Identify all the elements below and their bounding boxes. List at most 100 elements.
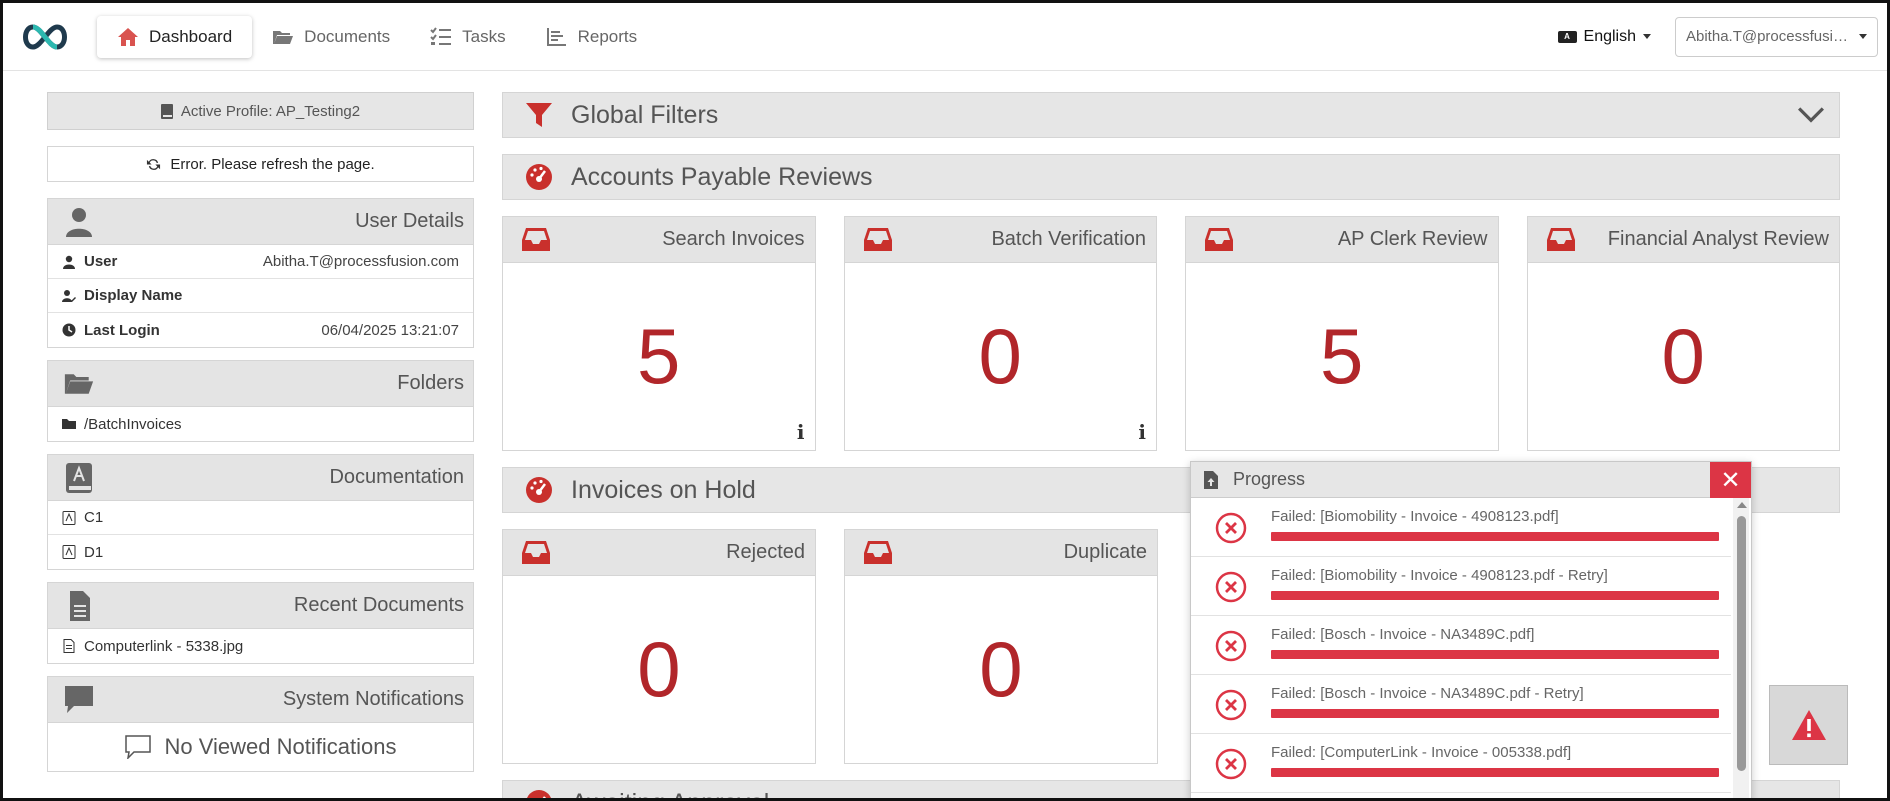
comment-icon: [65, 685, 93, 713]
scrollbar-thumb[interactable]: [1737, 516, 1746, 771]
notifications-empty: No Viewed Notifications: [48, 723, 473, 771]
documentation-title: Documentation: [329, 466, 464, 488]
progress-title: Progress: [1233, 469, 1306, 489]
clock-icon: [62, 323, 76, 337]
documentation-item-label: C1: [84, 509, 104, 526]
card-search-invoices[interactable]: Search Invoices 5 i: [502, 216, 816, 451]
refresh-error-bar[interactable]: Error. Please refresh the page.: [47, 146, 474, 182]
card-count: 5: [1320, 312, 1364, 400]
folders-title: Folders: [397, 372, 464, 394]
card-header: Batch Verification: [844, 217, 1156, 263]
scroll-up-icon[interactable]: [1737, 502, 1747, 508]
error-circle-icon: [1215, 630, 1247, 662]
language-icon: A: [1557, 30, 1577, 43]
progress-item: Failed: [Bosch - Invoice - NA3489C.pdf -…: [1191, 675, 1731, 734]
user-label: User: [84, 253, 118, 270]
alert-button[interactable]: [1769, 685, 1848, 765]
progress-item-text: Failed: [Biomobility - Invoice - 4908123…: [1271, 567, 1608, 584]
user-icon: [63, 255, 75, 269]
folder-open-icon: [64, 373, 94, 394]
active-profile-bar[interactable]: Active Profile: AP_Testing2: [47, 92, 474, 130]
global-filters-title: Global Filters: [571, 100, 719, 129]
card-ap-clerk-review[interactable]: AP Clerk Review 5: [1185, 216, 1499, 451]
left-sidebar: Active Profile: AP_Testing2 Error. Pleas…: [47, 92, 474, 784]
progress-item: Failed: [Biomobility - Invoice - 4908123…: [1191, 498, 1731, 557]
progress-bar: [1271, 709, 1719, 718]
inbox-icon: [1546, 227, 1575, 251]
recent-documents-header: Recent Documents: [48, 583, 473, 629]
nav-documents[interactable]: Documents: [252, 16, 410, 58]
caret-down-icon: [1859, 34, 1867, 39]
recent-document-item[interactable]: Computerlink - 5338.jpg: [48, 629, 473, 663]
info-icon[interactable]: i: [1138, 420, 1146, 444]
info-icon[interactable]: i: [797, 420, 805, 444]
card-count: 5: [637, 312, 681, 400]
user-details-header: User Details: [48, 199, 473, 245]
user-account-dropdown[interactable]: Abitha.T@processfusion...: [1675, 16, 1878, 57]
card-financial-analyst-review[interactable]: Financial Analyst Review 0: [1526, 216, 1840, 451]
nav-reports-label: Reports: [577, 26, 638, 46]
inbox-icon: [1205, 227, 1233, 251]
error-circle-icon: [1215, 512, 1247, 544]
language-dropdown[interactable]: A English: [1557, 27, 1651, 46]
top-navbar: Dashboard Documents Tasks Reports A Engl…: [3, 3, 1887, 71]
nav-dashboard[interactable]: Dashboard: [97, 15, 253, 58]
progress-scrollbar[interactable]: [1733, 498, 1749, 800]
documentation-item[interactable]: C1: [48, 501, 473, 535]
card-batch-verification[interactable]: Batch Verification 0 i: [843, 216, 1157, 451]
folder-item[interactable]: /BatchInvoices: [48, 407, 473, 441]
recent-document-label: Computerlink - 5338.jpg: [84, 637, 244, 655]
user-details-panel: User Details User Abitha.T@processfusion…: [47, 198, 474, 348]
user-edit-icon: [62, 289, 76, 302]
language-label: English: [1583, 27, 1636, 45]
nav-tasks[interactable]: Tasks: [410, 16, 525, 58]
chevron-down-icon[interactable]: [1797, 101, 1825, 129]
ap-review-cards: Search Invoices 5 i Batch Verification 0…: [502, 216, 1840, 451]
inbox-icon: [522, 227, 550, 251]
documentation-item[interactable]: D1: [48, 535, 473, 569]
progress-panel: Progress ✕ Failed: [Biomobility - Invoic…: [1190, 461, 1752, 801]
manual-book-icon: [62, 545, 76, 559]
card-title: Batch Verification: [991, 228, 1146, 250]
close-button[interactable]: ✕: [1710, 462, 1751, 498]
progress-item: Failed: [Bosch - Invoice - NA3489C.pdf]: [1191, 616, 1731, 675]
nav-reports[interactable]: Reports: [526, 16, 658, 58]
user-row: User Abitha.T@processfusion.com: [48, 245, 473, 279]
recent-documents-title: Recent Documents: [293, 594, 464, 616]
refresh-icon: [147, 158, 161, 170]
inbox-icon: [522, 540, 550, 564]
global-filters-bar[interactable]: Global Filters: [502, 92, 1840, 138]
card-title: AP Clerk Review: [1337, 228, 1488, 250]
card-title: Financial Analyst Review: [1607, 228, 1829, 250]
user-icon: [66, 207, 92, 237]
card-rejected[interactable]: Rejected 0: [502, 529, 816, 764]
card-count: 0: [978, 312, 1022, 400]
error-message: Error. Please refresh the page.: [170, 155, 375, 173]
display-name-row: Display Name: [48, 279, 473, 313]
invoices-on-hold-title: Invoices on Hold: [571, 475, 756, 504]
progress-bar: [1271, 650, 1719, 659]
inbox-icon: [864, 540, 892, 564]
card-duplicate[interactable]: Duplicate 0: [844, 529, 1158, 764]
book-icon: [160, 103, 173, 119]
dashboard-gauge-icon: [526, 790, 552, 801]
caret-down-icon: [1643, 34, 1651, 39]
system-notifications-header: System Notifications: [48, 677, 473, 723]
card-header: Search Invoices: [503, 217, 815, 263]
folders-header: Folders: [48, 361, 473, 407]
progress-item-text: Failed: [Biomobility - Invoice - 4908123…: [1271, 508, 1559, 525]
progress-item-text: Failed: [Bosch - Invoice - NA3489C.pdf -…: [1271, 685, 1584, 702]
nav-tasks-label: Tasks: [462, 26, 506, 46]
comment-outline-icon: [124, 735, 151, 759]
card-header: Duplicate: [845, 530, 1157, 576]
progress-bar: [1271, 768, 1719, 777]
nav-dashboard-label: Dashboard: [149, 26, 233, 46]
app-logo-icon[interactable]: [19, 20, 71, 54]
system-notifications-title: System Notifications: [282, 688, 464, 710]
awaiting-approval-title: Awaiting Approval: [571, 789, 769, 801]
progress-list: Failed: [Biomobility - Invoice - 4908123…: [1191, 498, 1731, 800]
file-icon: [70, 590, 90, 621]
file-upload-icon: [1204, 470, 1218, 489]
card-count: 0: [979, 625, 1023, 713]
system-notifications-panel: System Notifications No Viewed Notificat…: [47, 676, 474, 772]
